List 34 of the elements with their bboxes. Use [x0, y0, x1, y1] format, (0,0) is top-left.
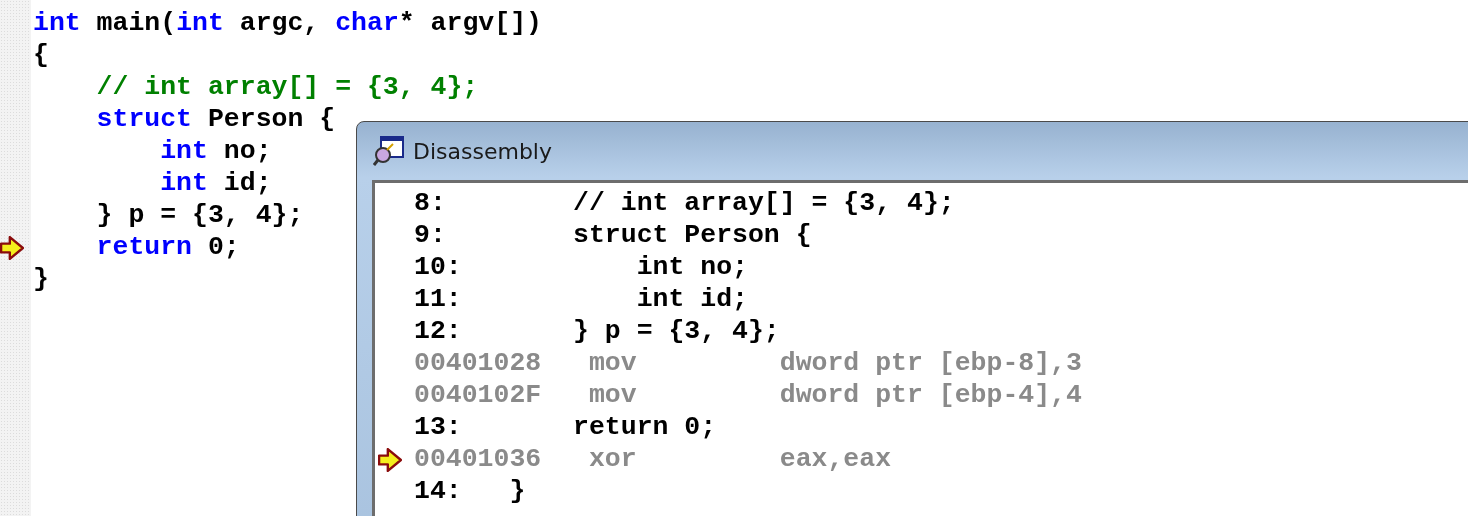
address: 00401036	[414, 443, 543, 475]
code-line: // int array[] = {3, 4};	[95, 72, 479, 102]
operands: eax,eax	[779, 443, 892, 475]
line-number: 8:	[414, 187, 447, 219]
code-line: struct Person {	[95, 104, 336, 134]
line-number: 11:	[414, 283, 463, 315]
operands: dword ptr [ebp-8],3	[779, 347, 1082, 379]
mnemonic: xor	[588, 443, 638, 475]
source-line: int no;	[635, 251, 748, 283]
source-line: } p = {3, 4};	[572, 315, 780, 347]
source-line: return 0;	[572, 411, 717, 443]
source-line: // int array[] = {3, 4};	[572, 187, 955, 219]
code-line: return 0;	[95, 232, 240, 262]
line-number: 14:	[414, 475, 463, 507]
code-line: int main(int argc, char* argv[])	[33, 8, 542, 38]
code-line: int no;	[159, 136, 272, 166]
code-line: }	[33, 264, 49, 294]
line-number: 12:	[414, 315, 463, 347]
window-title: Disassembly	[413, 138, 552, 164]
address: 0040102F	[414, 379, 543, 411]
code-line: {	[33, 40, 49, 70]
line-number: 10:	[414, 251, 463, 283]
line-number: 13:	[414, 411, 463, 443]
operands: dword ptr [ebp-4],4	[779, 379, 1082, 411]
mnemonic: mov	[588, 347, 638, 379]
line-number: 9:	[414, 219, 447, 251]
source-line: int id;	[635, 283, 748, 315]
source-line: }	[508, 475, 526, 507]
code-line: } p = {3, 4};	[95, 200, 304, 230]
window-magnifier-icon	[373, 135, 405, 167]
mnemonic: mov	[588, 379, 638, 411]
address: 00401028	[414, 347, 543, 379]
source-line: struct Person {	[572, 219, 812, 251]
code-line: int id;	[159, 168, 272, 198]
